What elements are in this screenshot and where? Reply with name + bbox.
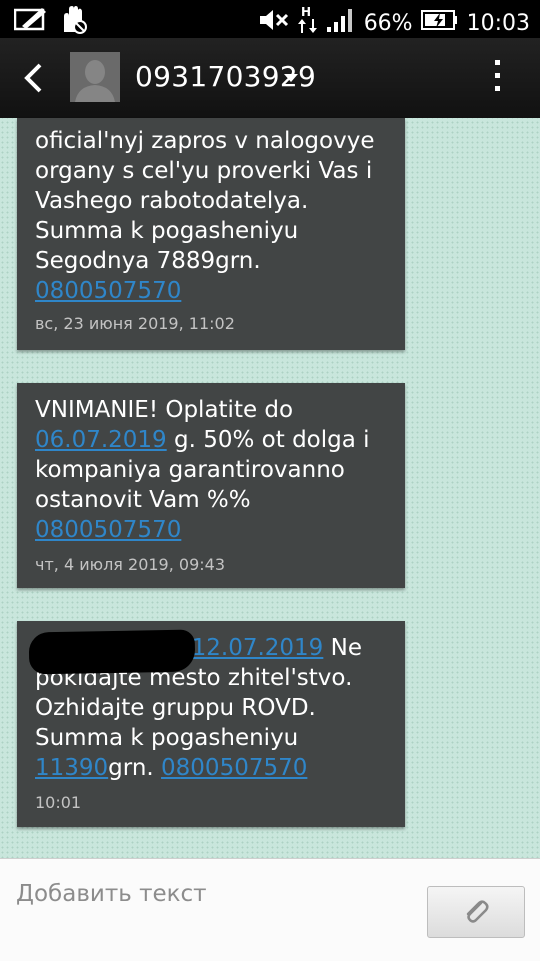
battery-charging-icon bbox=[420, 9, 459, 37]
message-timestamp: 10:01 bbox=[35, 793, 82, 812]
message-line: g. 50% ot dolga i bbox=[166, 427, 370, 453]
message-input[interactable]: Добавить текст bbox=[0, 859, 410, 961]
mute-icon bbox=[258, 7, 290, 39]
message-timestamp: чт, 4 июля 2019, 09:43 bbox=[35, 555, 226, 574]
message-line: Summa k pogasheniyu bbox=[35, 218, 299, 244]
message-line: Ne bbox=[323, 635, 362, 661]
data-h-icon: H bbox=[297, 5, 318, 41]
message-line: Vashego rabotodatelya. bbox=[35, 188, 309, 214]
message-bubble[interactable]: , 12.07.2019 Ne pokidajte mesto zhitel's… bbox=[17, 621, 405, 827]
message-line: Ozhidajte gruppu ROVD. bbox=[35, 695, 316, 721]
back-arrow-icon[interactable] bbox=[22, 62, 44, 98]
message-text: oficial'nyj zapros v nalogovye organy s … bbox=[35, 126, 389, 306]
message-bubble[interactable]: oficial'nyj zapros v nalogovye organy s … bbox=[17, 118, 405, 350]
paperclip-icon bbox=[461, 897, 491, 931]
composer-bar: Добавить текст bbox=[0, 858, 540, 961]
touch-icon bbox=[58, 6, 88, 38]
message-text: VNIMANIE! Oplatite do 06.07.2019 g. 50% … bbox=[35, 395, 389, 545]
message-line: Segodnya 7889grn. bbox=[35, 248, 261, 274]
message-line: VNIMANIE! Oplatite do bbox=[35, 397, 294, 423]
signal-icon bbox=[326, 7, 356, 39]
conversation-header: 0931703929 bbox=[0, 38, 540, 118]
overflow-menu-icon[interactable] bbox=[494, 60, 502, 98]
date-link[interactable]: 12.07.2019 bbox=[192, 635, 324, 661]
avatar[interactable] bbox=[70, 52, 120, 102]
message-line: ostanovit Vam %% bbox=[35, 487, 251, 513]
clock: 10:03 bbox=[466, 10, 530, 36]
battery-percent: 66% bbox=[363, 10, 413, 36]
phone-link[interactable]: 0800507570 bbox=[35, 278, 181, 304]
message-line: grn. bbox=[108, 755, 162, 781]
redaction-mark bbox=[28, 629, 196, 675]
date-link[interactable]: 06.07.2019 bbox=[35, 427, 167, 453]
message-line: kompaniya garantirovanno bbox=[35, 457, 345, 483]
attach-button[interactable] bbox=[427, 886, 525, 938]
message-line: Summa k pogasheniyu bbox=[35, 725, 299, 751]
dropdown-caret-icon[interactable] bbox=[284, 74, 298, 82]
phone-link[interactable]: 0800507570 bbox=[35, 517, 181, 543]
svg-text:H: H bbox=[301, 5, 311, 19]
phone-link[interactable]: 0800507570 bbox=[161, 755, 307, 781]
message-bubble[interactable]: VNIMANIE! Oplatite do 06.07.2019 g. 50% … bbox=[17, 383, 405, 588]
message-line: oficial'nyj zapros v nalogovye bbox=[35, 128, 375, 154]
amount-link[interactable]: 11390 bbox=[35, 755, 108, 781]
message-line: organy s cel'yu proverki Vas i bbox=[35, 158, 373, 184]
message-timestamp: вс, 23 июня 2019, 11:02 bbox=[35, 314, 235, 333]
edit-icon bbox=[13, 6, 48, 38]
status-bar: H 66% 10:03 bbox=[0, 0, 540, 38]
